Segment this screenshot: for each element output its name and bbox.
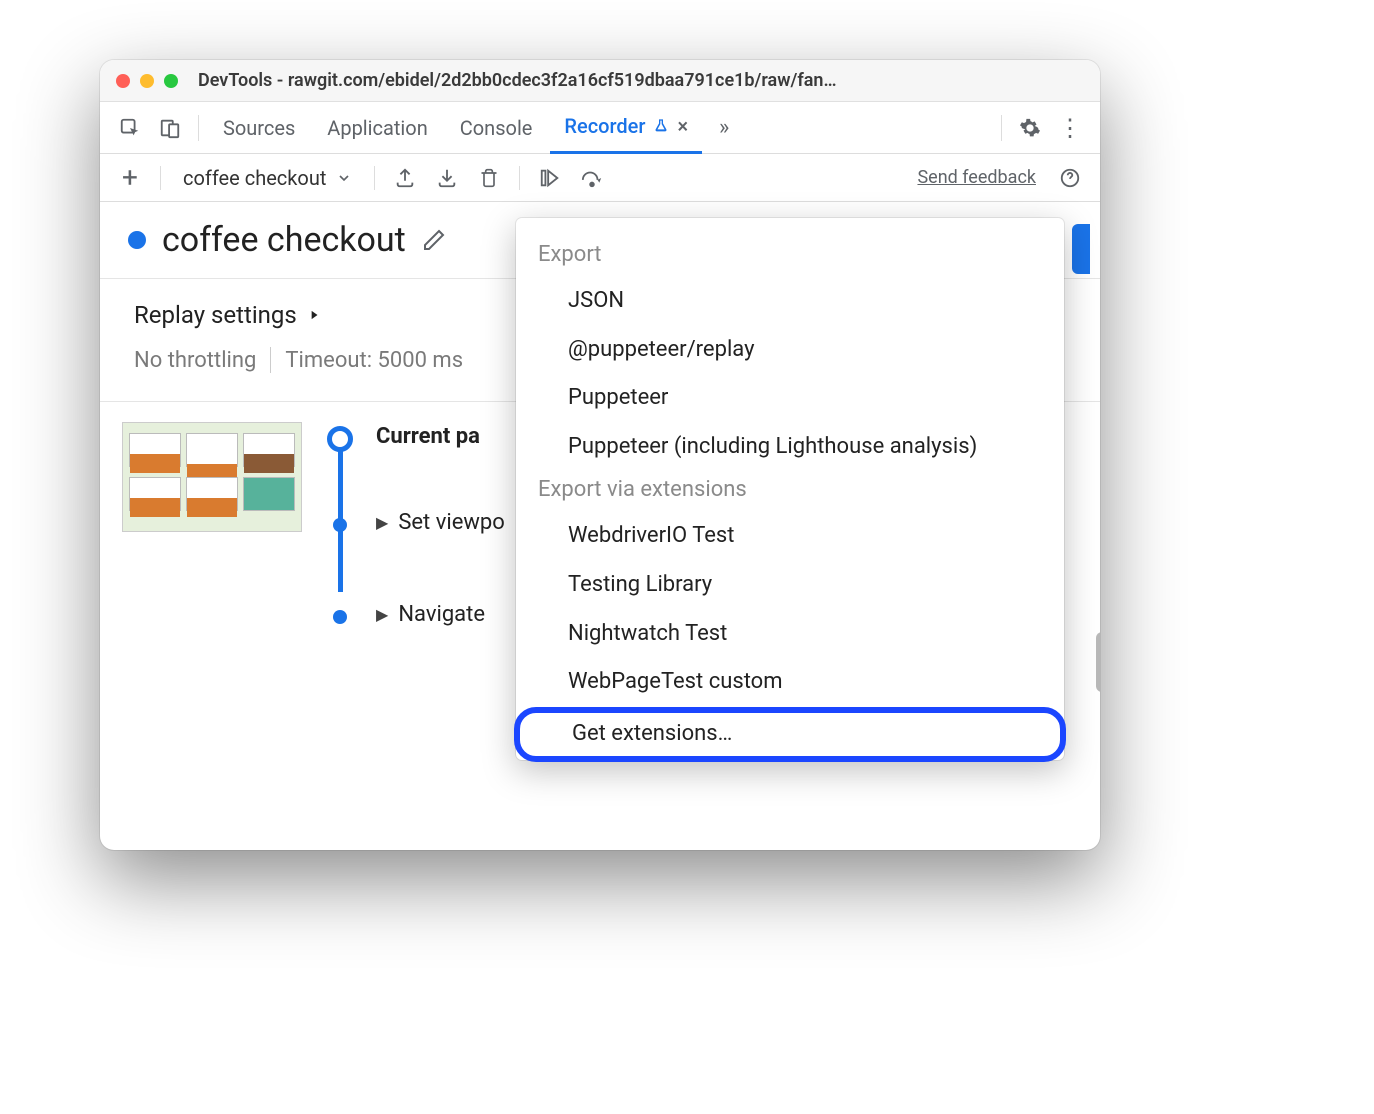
edit-icon[interactable] — [422, 228, 446, 252]
minimize-icon[interactable] — [140, 74, 154, 88]
export-nightwatch[interactable]: Nightwatch Test — [516, 610, 1064, 659]
tab-label: Console — [460, 116, 533, 140]
export-json[interactable]: JSON — [516, 277, 1064, 326]
export-webdriverio[interactable]: WebdriverIO Test — [516, 512, 1064, 561]
close-icon[interactable] — [116, 74, 130, 88]
chevron-down-icon — [336, 170, 352, 186]
step-icon[interactable] — [532, 160, 568, 196]
export-testing-library[interactable]: Testing Library — [516, 561, 1064, 610]
export-dropdown: Export JSON @puppeteer/replay Puppeteer … — [516, 218, 1064, 760]
chevron-right-icon — [307, 308, 321, 322]
export-icon[interactable] — [387, 160, 423, 196]
recording-title: coffee checkout — [162, 220, 406, 260]
timeline-line — [338, 438, 343, 592]
more-tabs-icon[interactable]: » — [706, 110, 742, 146]
divider — [519, 166, 520, 190]
divider — [270, 347, 271, 373]
divider — [374, 166, 375, 190]
export-puppeteer[interactable]: Puppeteer — [516, 374, 1064, 423]
traffic-lights — [116, 74, 178, 88]
step-label: Navigate — [398, 602, 485, 627]
tab-label: Application — [327, 116, 427, 140]
step-navigate[interactable]: ▶ Navigate — [376, 602, 485, 627]
get-extensions[interactable]: Get extensions… — [514, 707, 1066, 762]
divider — [1001, 115, 1002, 141]
export-puppeteer-lighthouse[interactable]: Puppeteer (including Lighthouse analysis… — [516, 423, 1064, 472]
titlebar: DevTools - rawgit.com/ebidel/2d2bb0cdec3… — [100, 60, 1100, 102]
step-over-icon[interactable] — [574, 160, 610, 196]
replay-label-text: Replay settings — [134, 301, 297, 329]
timeline-start-icon — [327, 426, 353, 452]
tab-console[interactable]: Console — [446, 102, 547, 154]
tab-label: Recorder — [564, 114, 645, 138]
step-set-viewport[interactable]: ▶ Set viewpo — [376, 510, 505, 535]
add-recording-icon[interactable]: + — [112, 160, 148, 196]
tab-sources[interactable]: Sources — [209, 102, 309, 154]
window-title: DevTools - rawgit.com/ebidel/2d2bb0cdec3… — [198, 70, 1084, 91]
step-label: Set viewpo — [398, 510, 505, 535]
settings-icon[interactable] — [1012, 110, 1048, 146]
inspect-element-icon[interactable] — [112, 110, 148, 146]
delete-icon[interactable] — [471, 160, 507, 196]
experiment-icon — [653, 118, 669, 134]
divider — [198, 115, 199, 141]
tab-application[interactable]: Application — [313, 102, 441, 154]
chevron-right-icon: ▶ — [376, 513, 388, 532]
help-icon[interactable] — [1052, 160, 1088, 196]
scrollbar-thumb[interactable] — [1096, 632, 1100, 692]
device-toolbar-icon[interactable] — [152, 110, 188, 146]
chevron-right-icon: ▶ — [376, 605, 388, 624]
close-tab-icon[interactable]: × — [677, 114, 688, 138]
divider — [160, 166, 161, 190]
unsaved-indicator-icon — [128, 231, 146, 249]
step-current-page[interactable]: Current pa — [376, 424, 480, 449]
timeline-node-icon — [333, 610, 347, 624]
devtools-tabbar: Sources Application Console Recorder × »… — [100, 102, 1100, 154]
send-feedback-link[interactable]: Send feedback — [917, 167, 1036, 188]
recording-select-label: coffee checkout — [183, 166, 326, 190]
timeline-node-icon — [333, 518, 347, 532]
page-thumbnail — [122, 422, 302, 532]
dropdown-section-export: Export — [516, 236, 1064, 277]
dropdown-section-extensions: Export via extensions — [516, 471, 1064, 512]
replay-button[interactable] — [1072, 224, 1090, 274]
recorder-toolbar: + coffee checkout Send feedback — [100, 154, 1100, 202]
throttle-value: No throttling — [134, 348, 256, 373]
devtools-window: DevTools - rawgit.com/ebidel/2d2bb0cdec3… — [100, 60, 1100, 850]
zoom-icon[interactable] — [164, 74, 178, 88]
export-puppeteer-replay[interactable]: @puppeteer/replay — [516, 326, 1064, 375]
kebab-menu-icon[interactable]: ⋮ — [1052, 110, 1088, 146]
timeout-value: Timeout: 5000 ms — [285, 348, 463, 373]
tab-label: Sources — [223, 116, 295, 140]
tab-recorder[interactable]: Recorder × — [550, 102, 702, 154]
import-icon[interactable] — [429, 160, 465, 196]
export-webpagetest[interactable]: WebPageTest custom — [516, 658, 1064, 707]
recording-select[interactable]: coffee checkout — [173, 166, 362, 190]
step-label: Current pa — [376, 424, 480, 449]
